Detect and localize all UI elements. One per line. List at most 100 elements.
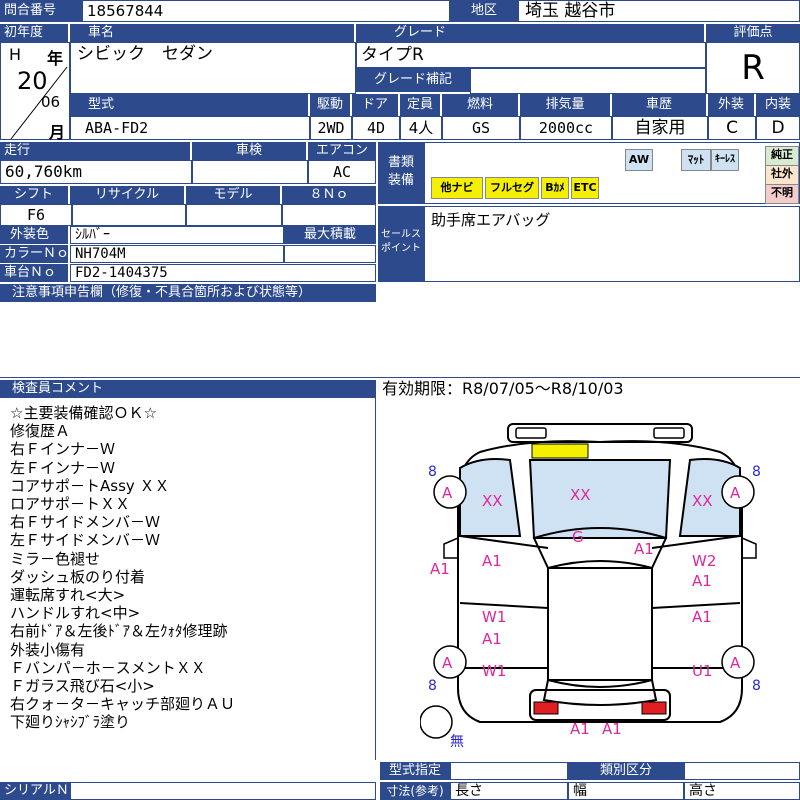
recycle-value	[72, 204, 186, 226]
era: H	[9, 45, 22, 64]
year-value: 20	[17, 67, 48, 95]
equip-tag-fullseg: フルセグ	[485, 177, 539, 199]
model-designation-label: 型式指定	[380, 762, 450, 780]
equipment-label: 書類 装備	[378, 142, 424, 204]
region-value: 埼玉 越谷市	[518, 0, 800, 22]
equip-tag-bcam: Bｶﾒ	[541, 177, 569, 199]
mark-hood: XX	[570, 486, 591, 504]
equip-tag-aftermarket: 社外	[765, 165, 799, 185]
mark-right-fender: XX	[692, 492, 713, 510]
drive-value: 2WD	[310, 116, 352, 140]
comment-line: 運転席すれ<大>	[10, 586, 126, 605]
car-name-value: シビック セダン	[70, 42, 356, 94]
chassis-no-value: FD2-1404375	[70, 264, 376, 282]
equip-tag-mat: ﾏｯﾄ	[681, 149, 711, 171]
hood	[528, 459, 672, 539]
sales-label: セールス ポイント	[378, 206, 424, 282]
mark-right-front-door-a: A1	[692, 572, 712, 590]
mark-right-quarter: U1	[692, 662, 713, 680]
equip-tag-etc: ETC	[571, 177, 599, 199]
validity-text: 有効期限：R8/07/05～R8/10/03	[382, 379, 624, 398]
displacement-label: 排気量	[520, 94, 610, 116]
comment-line: ハンドルすれ<中>	[10, 604, 141, 623]
rear-lamp-right	[641, 701, 667, 715]
car-name-label: 車名	[70, 24, 354, 42]
model-value: ABA-FD2	[70, 116, 310, 140]
equip-tag-genuine: 純正	[765, 146, 799, 166]
ext-color-value: ｼﾙﾊﾞｰ	[70, 226, 284, 244]
region-label: 地区	[450, 0, 518, 22]
spare-tire	[420, 705, 453, 739]
comment-line: 右Ｆインナ－Ｗ	[10, 440, 116, 459]
equip-tag-keyless: ｷｰﾚｽ	[711, 149, 739, 171]
score-value: R	[706, 42, 800, 94]
dimensions-label: 寸法(参考)	[380, 782, 450, 800]
comment-line: 外装小傷有	[10, 640, 86, 659]
color-no-label: カラーＮｏ	[0, 245, 68, 263]
color-no-value: NH704M	[70, 245, 284, 263]
inquiry-label: 問合番号	[0, 0, 82, 22]
mark-tread-fr: 8	[752, 464, 761, 480]
fuel-label: 燃料	[442, 94, 518, 116]
mark-tread-fl: 8	[428, 464, 437, 480]
comment-line: コアサポ－トAssy ＸＸ	[10, 476, 170, 495]
length-label: 長さ	[450, 782, 568, 800]
sales-label-line2: ポイント	[381, 243, 421, 254]
eight-no-label: ８Ｎｏ	[282, 186, 376, 204]
grade-value: タイプR	[356, 42, 706, 68]
comment-line: 左Ｆインナ－Ｗ	[10, 458, 116, 477]
equip-tag-unknown: 不明	[765, 184, 799, 204]
comment-line: 修復歴Ａ	[10, 422, 71, 441]
mark-left-quarter: W1	[482, 662, 506, 680]
inspector-label: 検査員コメント	[0, 380, 376, 398]
doors-label: ドア	[352, 94, 398, 116]
ac-value: AC	[308, 160, 376, 184]
drive-label: 駆動	[310, 94, 350, 116]
width-label: 幅	[568, 782, 684, 800]
ext-color-label: 外装色	[0, 226, 68, 244]
comment-line: 左Ｆサイドメンバ－Ｗ	[10, 531, 161, 550]
left-mirror	[443, 537, 459, 559]
shift-label: シフト	[0, 186, 68, 204]
mark-tire-fl: A	[442, 484, 453, 502]
height-label: 高さ	[684, 782, 800, 800]
comment-line: ミラ－色褪せ	[10, 549, 101, 568]
inspection-label: 車検	[192, 142, 306, 160]
chassis-no-label: 車台Ｎｏ	[0, 264, 68, 282]
equipment-label-line1: 書類	[387, 155, 414, 170]
comment-line: 下廻りｼｬｼﾌﾞﾗ塗り	[10, 713, 131, 732]
fuel-value: GS	[442, 116, 520, 140]
history-value: 自家用	[612, 116, 708, 140]
inspector-comments: ☆主要装備確認ＯＫ☆ 修復歴Ａ 右Ｆインナ－Ｗ 左Ｆインナ－Ｗ コアサポ－トAs…	[0, 398, 376, 760]
car-damage-diagram: A A A A 8 8 8 8 XX XX XX A1 A1 W1 A1 W1 …	[420, 423, 761, 750]
year-label: 年	[47, 49, 64, 68]
mark-left-front-door: A1	[482, 552, 502, 570]
rear-lamp-left	[533, 701, 559, 715]
serial-label: シリアルＮｏ	[0, 782, 70, 800]
mark-spare-none: 無	[450, 734, 464, 750]
month-label: 月	[49, 123, 66, 142]
front-bumper-inner-r	[653, 427, 685, 439]
mark-windshield: G	[572, 528, 584, 546]
comment-line: Ｆバンパ－ホ－スメントＸＸ	[10, 658, 206, 677]
grade-supp-value	[470, 68, 706, 94]
serial-value	[70, 782, 376, 800]
equip-tag-aw: AW	[625, 149, 653, 171]
mark-right-rear-door: A1	[692, 608, 712, 626]
score-label: 評価点	[706, 24, 800, 42]
notes-text	[0, 302, 800, 378]
comment-line: 右クォ－タ－キャッチ部廻りＡＵ	[10, 695, 236, 714]
exterior-value: C	[708, 116, 756, 140]
mark-tire-rl: A	[442, 654, 453, 672]
mark-right-front-door-w: W2	[692, 552, 716, 570]
grade-supp-label: グレード補記	[356, 68, 470, 92]
comment-line: ロアサポ－トＸＸ	[10, 495, 131, 514]
first-reg-box: H 年 20 06 月	[0, 42, 70, 142]
mark-tread-rr: 8	[752, 678, 761, 694]
mark-left-mirror: A1	[430, 560, 450, 578]
classification-value	[684, 762, 800, 780]
mark-left-rear-door-a: A1	[482, 630, 502, 648]
mark-left-fender: XX	[482, 492, 503, 510]
model-year-value	[186, 204, 282, 226]
shift-value: F6	[0, 204, 72, 226]
